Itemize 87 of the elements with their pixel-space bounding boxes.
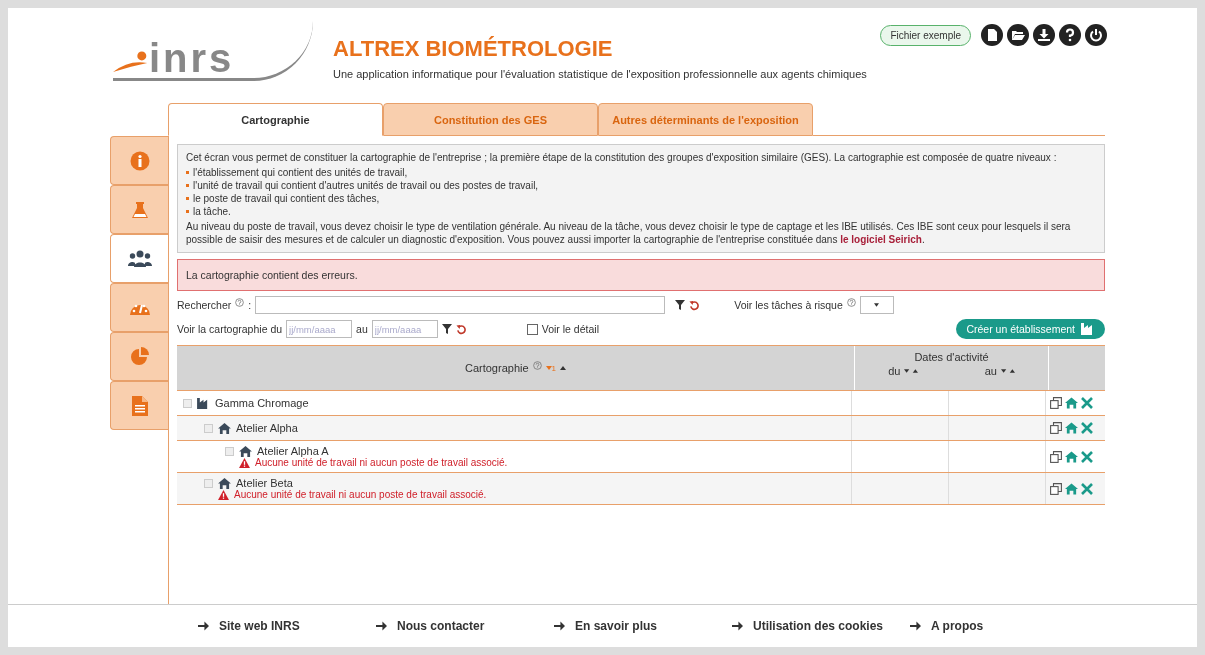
home-icon	[218, 477, 231, 489]
detail-label: Voir le détail	[541, 323, 599, 335]
risk-select[interactable]	[859, 296, 894, 314]
filter-icon[interactable]	[441, 324, 452, 334]
reset-icon[interactable]	[455, 323, 467, 335]
bullet-icon	[186, 184, 189, 187]
date-range-label: Voir la cartographie du	[177, 323, 283, 335]
tree-item-label[interactable]: Atelier Alpha A	[257, 445, 329, 457]
home-icon	[239, 445, 252, 457]
seirich-link[interactable]: le logiciel Seirich	[840, 234, 922, 245]
collapse-toggle[interactable]	[204, 478, 213, 488]
logo: inrs	[113, 20, 313, 81]
list-item-text: l'établissement qui contient des unités de travail,	[193, 166, 408, 179]
copy-icon[interactable]	[1050, 397, 1062, 409]
help-icon[interactable]	[1059, 24, 1081, 46]
date-to-field[interactable]: jj/mm/aaaa	[371, 320, 438, 338]
app-title: ALTREX BIOMÉTROLOGIE	[333, 36, 614, 62]
warning-icon	[239, 457, 250, 468]
caret-icon	[874, 303, 880, 307]
arrow-right-icon	[554, 621, 565, 631]
risk-tasks-label: Voir les tâches à risque	[734, 299, 843, 311]
app-subtitle: Une application informatique pour l'évaluation statistique de l'exposition professionnelle aux agents chimiques	[333, 68, 867, 80]
arrow-right-icon	[198, 621, 209, 631]
sort-rank: 1	[545, 363, 556, 373]
bullet-icon	[186, 171, 189, 174]
warning-icon	[218, 489, 229, 500]
arrow-right-icon	[376, 621, 387, 631]
column-header[interactable]: au	[984, 365, 997, 377]
date-to-label: au	[356, 323, 368, 335]
colon-label: :	[248, 299, 252, 311]
collapse-toggle[interactable]	[225, 446, 234, 456]
home-icon[interactable]	[1065, 482, 1078, 495]
home-icon[interactable]	[1065, 397, 1078, 409]
list-item-text: l'unité de travail qui contient d'autres unités de travail ou des postes de travail,	[193, 179, 539, 192]
copy-icon[interactable]	[1050, 450, 1062, 463]
download-icon[interactable]	[1033, 24, 1055, 46]
collapse-toggle[interactable]	[183, 398, 192, 408]
intro-text: Au niveau du poste de travail, vous devez choisir le type de ventilation générale. Au niveau de la tâche, vous devez choisir le type de captage et les IBE utilisés. Ces IBE sont ceux pour lesquels il sera possible de saisir des mesures et de calculer un diagnostic d'exposition. Vous pouvez aussi importer la cartographie de l'entreprise constituée dans le logiciel Seirich.	[186, 220, 1072, 246]
search-field[interactable]	[255, 296, 666, 314]
list-item-text: la tâche.	[193, 205, 231, 218]
search-label: Rechercher	[177, 299, 232, 311]
sidebar-item[interactable]	[110, 234, 168, 283]
warning-message: Aucune unité de travail ni aucun poste de travail associé.	[234, 489, 487, 500]
home-icon[interactable]	[1065, 422, 1078, 434]
tree-item-label[interactable]: Atelier Beta	[236, 477, 293, 489]
footer-link[interactable]: Site web INRS	[198, 619, 376, 633]
tab[interactable]: Cartographie	[168, 103, 383, 136]
home-icon[interactable]	[1065, 450, 1078, 463]
factory-icon	[1081, 323, 1095, 335]
error-banner: La cartographie contient des erreurs.	[177, 259, 1105, 291]
home-icon	[218, 422, 231, 434]
collapse-toggle[interactable]	[204, 423, 213, 433]
detail-checkbox[interactable]	[526, 323, 538, 335]
sort-icon	[1000, 368, 1015, 374]
filter-icon[interactable]	[675, 300, 686, 310]
footer-link[interactable]: Nous contacter	[376, 619, 554, 633]
document-icon	[131, 395, 148, 416]
date-from-field[interactable]: jj/mm/aaaa	[286, 320, 353, 338]
footer-link[interactable]: En savoir plus	[554, 619, 732, 633]
arrow-right-icon	[910, 621, 921, 631]
new-file-icon[interactable]	[981, 24, 1003, 46]
pie-chart-icon	[129, 346, 150, 367]
column-header[interactable]: du	[888, 365, 901, 377]
footer-link[interactable]: A propos	[910, 619, 1088, 633]
tree-item-label[interactable]: Atelier Alpha	[236, 422, 298, 434]
column-header: Dates d'activité	[914, 350, 989, 363]
warning-message: Aucune unité de travail ni aucun poste de travail associé.	[255, 457, 508, 468]
power-icon[interactable]	[1085, 24, 1107, 46]
list-item-text: le poste de travail qui contient des tâches,	[193, 192, 380, 205]
bullet-icon	[186, 210, 189, 213]
example-file-button[interactable]: Fichier exemple	[880, 24, 971, 46]
info-icon	[129, 150, 150, 171]
bullet-icon	[186, 197, 189, 200]
open-folder-icon[interactable]	[1007, 24, 1029, 46]
tree-item-label[interactable]: Gamma Chromage	[215, 397, 309, 409]
reset-icon[interactable]	[689, 299, 701, 311]
people-icon	[127, 249, 152, 268]
factory-icon	[197, 397, 210, 409]
sort-icon	[904, 368, 919, 374]
flask-icon	[129, 199, 150, 220]
copy-icon[interactable]	[1050, 422, 1062, 434]
arrow-right-icon	[732, 621, 743, 631]
intro-text: Cet écran vous permet de constituer la cartographie de l'entreprise ; la première étape de la constitution des groupes d'exposition similaire (GES). La cartographie est composée de quatre niveaux :	[186, 151, 1058, 164]
footer-link[interactable]: Utilisation des cookies	[732, 619, 910, 633]
sort-ascending-icon[interactable]	[560, 366, 566, 370]
column-header[interactable]: Cartographie	[464, 362, 529, 374]
copy-icon[interactable]	[1050, 482, 1062, 495]
